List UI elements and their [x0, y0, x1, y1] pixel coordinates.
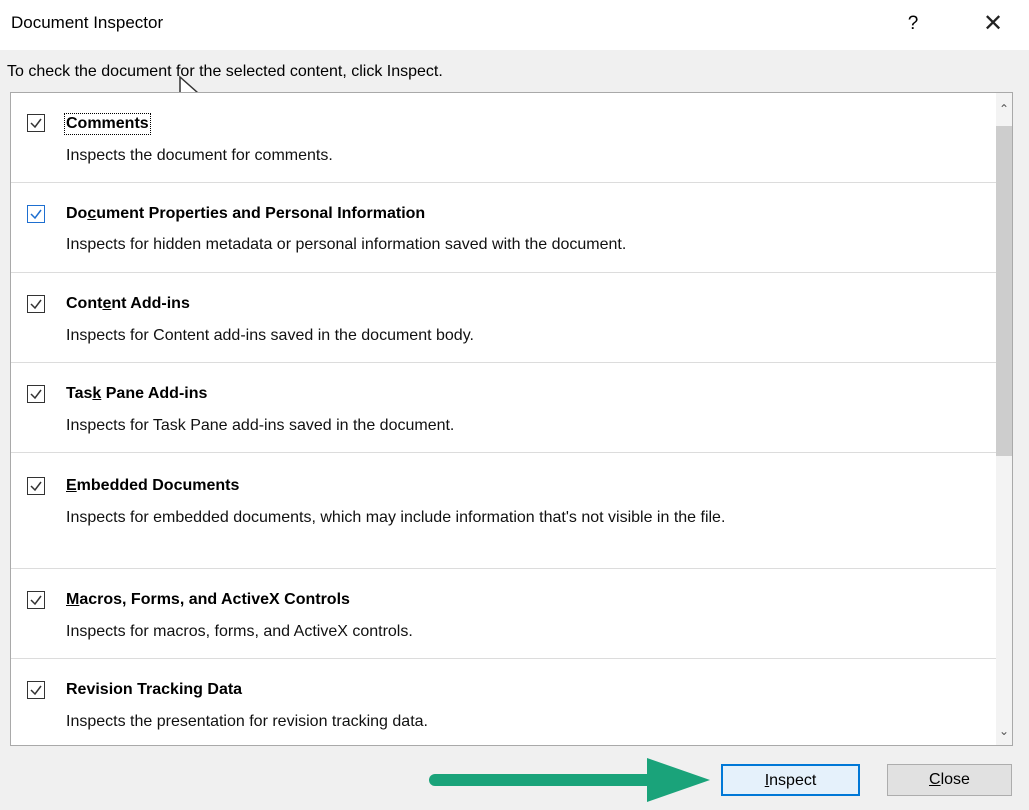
- list-item-revision-tracking: Revision Tracking Data Inspects the pres…: [11, 659, 996, 745]
- arrow-icon: [429, 758, 710, 802]
- check-icon: [30, 389, 42, 400]
- item-title: Macros, Forms, and ActiveX Controls: [66, 591, 350, 608]
- item-title: Revision Tracking Data: [66, 681, 243, 698]
- macros-forms-activex-checkbox[interactable]: [27, 591, 45, 609]
- embedded-documents-checkbox[interactable]: [27, 477, 45, 495]
- check-icon: [30, 481, 42, 492]
- item-title: Content Add-ins: [66, 295, 190, 312]
- list-item-task-pane-add-ins: Task Pane Add-ins Inspects for Task Pane…: [11, 363, 996, 453]
- revision-tracking-checkbox[interactable]: [27, 681, 45, 699]
- check-icon: [30, 685, 42, 696]
- item-description: Inspects for embedded documents, which m…: [66, 509, 726, 526]
- item-description: Inspects for hidden metadata or personal…: [66, 236, 627, 253]
- comments-checkbox[interactable]: [27, 114, 45, 132]
- item-description: Inspects the presentation for revision t…: [66, 713, 428, 730]
- item-title: Document Properties and Personal Informa…: [66, 205, 426, 222]
- inspect-button[interactable]: Inspect: [721, 764, 860, 796]
- item-description: Inspects for Content add-ins saved in th…: [66, 327, 474, 344]
- instruction-text: To check the document for the selected c…: [7, 63, 443, 80]
- title-bar: Document Inspector ? ✕: [0, 0, 1029, 50]
- list-item-document-properties: Document Properties and Personal Informa…: [11, 183, 996, 273]
- list-item-comments: Comments Inspects the document for comme…: [11, 93, 996, 183]
- close-button[interactable]: Close: [887, 764, 1012, 796]
- list-item-embedded-documents: Embedded Documents Inspects for embedded…: [11, 453, 996, 569]
- list-item-content-add-ins: Content Add-ins Inspects for Content add…: [11, 273, 996, 363]
- list-item-macros-forms-activex: Macros, Forms, and ActiveX Controls Insp…: [11, 569, 996, 659]
- check-icon: [30, 299, 42, 310]
- content-add-ins-checkbox[interactable]: [27, 295, 45, 313]
- item-description: Inspects for Task Pane add-ins saved in …: [66, 417, 455, 434]
- item-description: Inspects for macros, forms, and ActiveX …: [66, 623, 413, 640]
- help-button[interactable]: ?: [898, 8, 928, 40]
- item-title: Task Pane Add-ins: [66, 385, 208, 402]
- dialog-title: Document Inspector: [11, 13, 164, 32]
- task-pane-add-ins-checkbox[interactable]: [27, 385, 45, 403]
- inspection-list: Comments Inspects the document for comme…: [10, 92, 1013, 746]
- scrollbar-thumb[interactable]: [996, 126, 1012, 456]
- item-description: Inspects the document for comments.: [66, 147, 333, 164]
- check-icon: [30, 595, 42, 606]
- item-title: Embedded Documents: [66, 477, 240, 494]
- check-icon: [30, 209, 42, 220]
- scroll-up-icon[interactable]: ⌃: [996, 97, 1012, 121]
- scroll-down-icon[interactable]: ⌄: [996, 719, 1012, 743]
- document-properties-checkbox[interactable]: [27, 205, 45, 223]
- check-icon: [30, 118, 42, 129]
- close-icon[interactable]: ✕: [975, 8, 1011, 40]
- item-title: Comments: [64, 113, 151, 135]
